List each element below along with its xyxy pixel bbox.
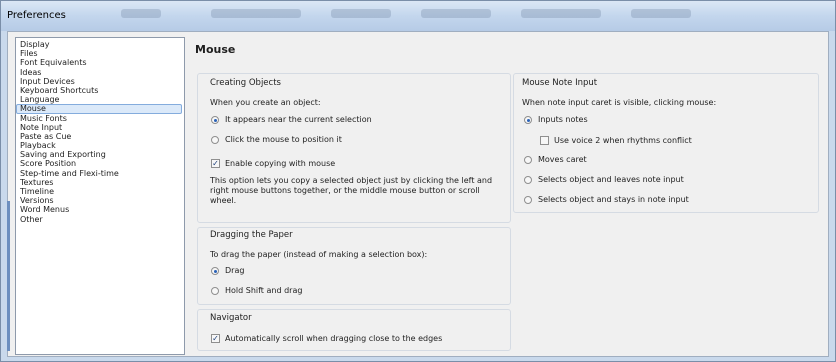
preferences-window: Preferences Display Files Font Equivalen… — [0, 0, 836, 362]
category-ideas[interactable]: Ideas — [16, 68, 182, 77]
create-prompt: When you create an object: — [210, 98, 321, 107]
category-input-devices[interactable]: Input Devices — [16, 77, 182, 86]
category-paste-as-cue[interactable]: Paste as Cue — [16, 132, 182, 141]
label-use-voice-2[interactable]: Use voice 2 when rhythms conflict — [554, 136, 692, 145]
radio-appears-near-selection[interactable] — [211, 116, 219, 124]
category-list[interactable]: Display Files Font Equivalents Ideas Inp… — [15, 37, 185, 355]
radio-click-to-position[interactable] — [211, 136, 219, 144]
label-inputs-notes[interactable]: Inputs notes — [538, 115, 588, 124]
radio-selects-stays[interactable] — [524, 196, 532, 204]
label-selects-leaves[interactable]: Selects object and leaves note input — [538, 175, 684, 184]
label-selects-stays[interactable]: Selects object and stays in note input — [538, 195, 689, 204]
label-moves-caret[interactable]: Moves caret — [538, 155, 587, 164]
blurred-toolbar-item — [331, 9, 391, 18]
category-playback[interactable]: Playback — [16, 141, 182, 150]
label-hold-shift-drag[interactable]: Hold Shift and drag — [225, 286, 302, 295]
category-textures[interactable]: Textures — [16, 178, 182, 187]
category-font-equivalents[interactable]: Font Equivalents — [16, 58, 182, 67]
category-other[interactable]: Other — [16, 215, 182, 224]
copying-description: This option lets you copy a selected obj… — [210, 176, 493, 205]
label-appears-near-selection[interactable]: It appears near the current selection — [225, 115, 372, 124]
title-bar[interactable]: Preferences — [1, 1, 835, 31]
category-score-position[interactable]: Score Position — [16, 159, 182, 168]
blurred-toolbar-item — [121, 9, 161, 18]
category-step-time[interactable]: Step-time and Flexi-time — [16, 169, 182, 178]
mouse-note-input-title: Mouse Note Input — [522, 78, 598, 88]
radio-hold-shift-drag[interactable] — [211, 287, 219, 295]
category-language[interactable]: Language — [16, 95, 182, 104]
page-title: Mouse — [195, 43, 236, 56]
radio-moves-caret[interactable] — [524, 156, 532, 164]
label-click-to-position[interactable]: Click the mouse to position it — [225, 135, 342, 144]
label-autoscroll[interactable]: Automatically scroll when dragging close… — [225, 334, 442, 343]
blurred-toolbar-item — [211, 9, 301, 18]
category-timeline[interactable]: Timeline — [16, 187, 182, 196]
radio-drag[interactable] — [211, 267, 219, 275]
category-files[interactable]: Files — [16, 49, 182, 58]
category-music-fonts[interactable]: Music Fonts — [16, 114, 182, 123]
category-saving-exporting[interactable]: Saving and Exporting — [16, 150, 182, 159]
dragging-paper-title: Dragging the Paper — [210, 230, 293, 240]
checkbox-enable-copying[interactable]: ✓ — [211, 159, 220, 168]
category-keyboard-shortcuts[interactable]: Keyboard Shortcuts — [16, 86, 182, 95]
category-word-menus[interactable]: Word Menus — [16, 205, 182, 214]
category-versions[interactable]: Versions — [16, 196, 182, 205]
category-display[interactable]: Display — [16, 40, 182, 49]
radio-selects-leaves[interactable] — [524, 176, 532, 184]
blurred-toolbar-item — [631, 9, 691, 18]
category-note-input[interactable]: Note Input — [16, 123, 182, 132]
radio-inputs-notes[interactable] — [524, 116, 532, 124]
window-edge-accent — [7, 201, 10, 351]
blurred-toolbar-item — [421, 9, 491, 18]
drag-prompt: To drag the paper (instead of making a s… — [210, 250, 428, 259]
category-mouse[interactable]: Mouse — [16, 104, 182, 114]
label-enable-copying[interactable]: Enable copying with mouse — [225, 159, 335, 168]
note-input-prompt: When note input caret is visible, clicki… — [522, 98, 717, 107]
checkbox-autoscroll[interactable]: ✓ — [211, 334, 220, 343]
navigator-title: Navigator — [210, 313, 252, 323]
creating-objects-title: Creating Objects — [210, 78, 281, 88]
window-title: Preferences — [7, 10, 66, 21]
blurred-toolbar-item — [521, 9, 601, 18]
label-drag[interactable]: Drag — [225, 266, 244, 275]
checkbox-use-voice-2[interactable] — [540, 136, 549, 145]
